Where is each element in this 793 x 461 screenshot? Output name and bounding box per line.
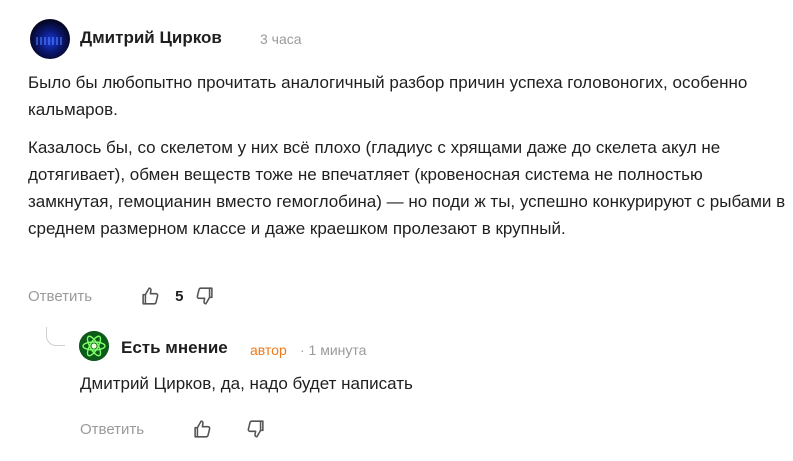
reply-text: Дмитрий Цирков, да, надо будет написать (80, 374, 413, 393)
thumbs-up-icon[interactable] (190, 417, 214, 441)
user-avatar-icon[interactable] (30, 19, 70, 59)
comment-author[interactable]: Дмитрий Цирков (80, 28, 222, 48)
reply-author[interactable]: Есть мнение (121, 338, 228, 358)
like-count: 5 (175, 287, 184, 305)
reply-button[interactable]: Ответить (28, 288, 92, 305)
thumbs-up-icon[interactable] (138, 284, 162, 308)
reply-time: · 1 минута (300, 342, 367, 358)
thumbs-down-icon[interactable] (244, 417, 268, 441)
author-badge: автор (250, 342, 287, 358)
reply-actions: Ответить (80, 416, 268, 442)
comment-paragraph: Было бы любопытно прочитать аналогичный … (28, 73, 748, 119)
atom-avatar-icon[interactable] (79, 331, 109, 361)
comment-paragraph: Казалось бы, со скелетом у них всё плохо… (28, 138, 786, 238)
comment-time: 3 часа (260, 31, 302, 47)
thumbs-down-icon[interactable] (193, 284, 217, 308)
thread-connector (46, 327, 65, 346)
comment-actions: Ответить 5 (28, 283, 217, 309)
reply-button[interactable]: Ответить (80, 421, 144, 438)
